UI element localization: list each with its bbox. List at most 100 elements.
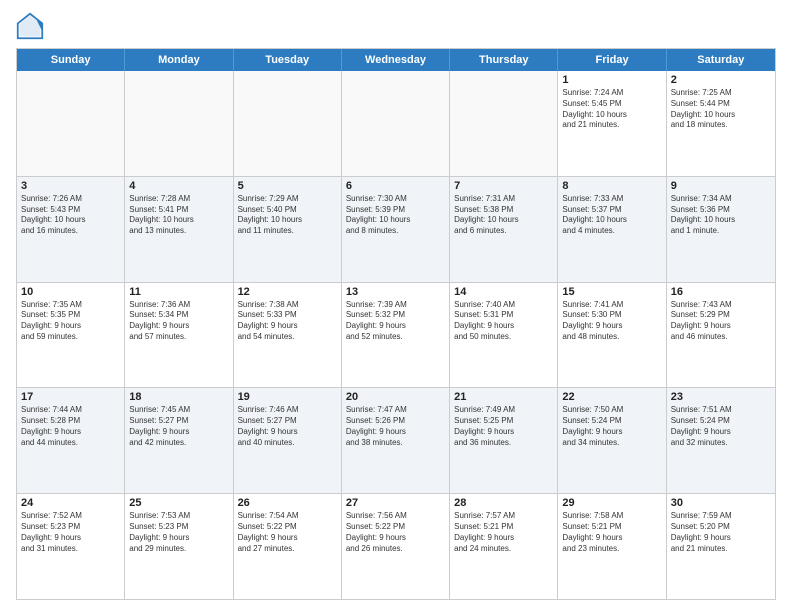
cal-cell-2-6: 8 Sunrise: 7:33 AMSunset: 5:37 PMDaylight… [558, 177, 666, 282]
cell-info-text: Sunrise: 7:28 AMSunset: 5:41 PMDaylight:… [129, 194, 228, 237]
cal-cell-3-5: 14 Sunrise: 7:40 AMSunset: 5:31 PMDayligh… [450, 283, 558, 388]
cell-info-text: Sunrise: 7:26 AMSunset: 5:43 PMDaylight:… [21, 194, 120, 237]
cal-cell-1-1 [17, 71, 125, 176]
cell-info-text: Sunrise: 7:52 AMSunset: 5:23 PMDaylight:… [21, 511, 120, 554]
cal-cell-2-2: 4 Sunrise: 7:28 AMSunset: 5:41 PMDaylight… [125, 177, 233, 282]
cell-info-text: Sunrise: 7:30 AMSunset: 5:39 PMDaylight:… [346, 194, 445, 237]
cal-cell-3-7: 16 Sunrise: 7:43 AMSunset: 5:29 PMDayligh… [667, 283, 775, 388]
header-day-wednesday: Wednesday [342, 49, 450, 71]
day-number: 17 [21, 391, 120, 403]
calendar-body: 1Sunrise: 7:24 AMSunset: 5:45 PMDaylight… [17, 71, 775, 599]
calendar-week-2: 3 Sunrise: 7:26 AMSunset: 5:43 PMDaylight… [17, 177, 775, 283]
cal-cell-3-2: 11 Sunrise: 7:36 AMSunset: 5:34 PMDayligh… [125, 283, 233, 388]
day-number: 7 [454, 180, 553, 192]
calendar-week-5: 24 Sunrise: 7:52 AMSunset: 5:23 PMDayligh… [17, 494, 775, 599]
cell-info-text: Sunrise: 7:29 AMSunset: 5:40 PMDaylight:… [238, 194, 337, 237]
day-number: 18 [129, 391, 228, 403]
day-number: 6 [346, 180, 445, 192]
day-number: 24 [21, 497, 120, 509]
logo-icon [16, 12, 44, 40]
cal-cell-1-3 [234, 71, 342, 176]
cal-cell-5-7: 30 Sunrise: 7:59 AMSunset: 5:20 PMDayligh… [667, 494, 775, 599]
cell-info-text: Sunrise: 7:35 AMSunset: 5:35 PMDaylight:… [21, 300, 120, 343]
cal-cell-1-4 [342, 71, 450, 176]
cell-info-text: Sunrise: 7:40 AMSunset: 5:31 PMDaylight:… [454, 300, 553, 343]
cell-info-text: Sunrise: 7:41 AMSunset: 5:30 PMDaylight:… [562, 300, 661, 343]
day-number: 2 [671, 74, 771, 86]
cal-cell-4-6: 22 Sunrise: 7:50 AMSunset: 5:24 PMDayligh… [558, 388, 666, 493]
cal-cell-5-5: 28Sunrise: 7:57 AMSunset: 5:21 PMDayligh… [450, 494, 558, 599]
day-number: 13 [346, 286, 445, 298]
cal-cell-4-4: 20 Sunrise: 7:47 AMSunset: 5:26 PMDayligh… [342, 388, 450, 493]
day-number: 9 [671, 180, 771, 192]
cal-cell-3-1: 10 Sunrise: 7:35 AMSunset: 5:35 PMDayligh… [17, 283, 125, 388]
day-number: 27 [346, 497, 445, 509]
day-number: 25 [129, 497, 228, 509]
day-number: 29 [562, 497, 661, 509]
header-day-sunday: Sunday [17, 49, 125, 71]
day-number: 5 [238, 180, 337, 192]
cal-cell-2-5: 7 Sunrise: 7:31 AMSunset: 5:38 PMDaylight… [450, 177, 558, 282]
cal-cell-1-2 [125, 71, 233, 176]
day-number: 21 [454, 391, 553, 403]
calendar: SundayMondayTuesdayWednesdayThursdayFrid… [16, 48, 776, 600]
day-number: 4 [129, 180, 228, 192]
cal-cell-5-1: 24 Sunrise: 7:52 AMSunset: 5:23 PMDayligh… [17, 494, 125, 599]
cal-cell-2-7: 9 Sunrise: 7:34 AMSunset: 5:36 PMDaylight… [667, 177, 775, 282]
cell-info-text: Sunrise: 7:49 AMSunset: 5:25 PMDaylight:… [454, 405, 553, 448]
day-number: 3 [21, 180, 120, 192]
cell-info-text: Sunrise: 7:57 AMSunset: 5:21 PMDaylight:… [454, 511, 553, 554]
cell-info-text: Sunrise: 7:56 AMSunset: 5:22 PMDaylight:… [346, 511, 445, 554]
day-number: 14 [454, 286, 553, 298]
cell-info-text: Sunrise: 7:43 AMSunset: 5:29 PMDaylight:… [671, 300, 771, 343]
cell-info-text: Sunrise: 7:53 AMSunset: 5:23 PMDaylight:… [129, 511, 228, 554]
calendar-week-3: 10 Sunrise: 7:35 AMSunset: 5:35 PMDayligh… [17, 283, 775, 389]
cal-cell-5-6: 29Sunrise: 7:58 AMSunset: 5:21 PMDayligh… [558, 494, 666, 599]
day-number: 22 [562, 391, 661, 403]
day-number: 10 [21, 286, 120, 298]
cell-info-text: Sunrise: 7:34 AMSunset: 5:36 PMDaylight:… [671, 194, 771, 237]
cell-info-text: Sunrise: 7:54 AMSunset: 5:22 PMDaylight:… [238, 511, 337, 554]
header-day-saturday: Saturday [667, 49, 775, 71]
day-number: 20 [346, 391, 445, 403]
cal-cell-4-2: 18 Sunrise: 7:45 AMSunset: 5:27 PMDayligh… [125, 388, 233, 493]
day-number: 12 [238, 286, 337, 298]
cal-cell-1-6: 1Sunrise: 7:24 AMSunset: 5:45 PMDaylight… [558, 71, 666, 176]
cell-info-text: Sunrise: 7:51 AMSunset: 5:24 PMDaylight:… [671, 405, 771, 448]
day-number: 15 [562, 286, 661, 298]
day-number: 8 [562, 180, 661, 192]
cell-info-text: Sunrise: 7:31 AMSunset: 5:38 PMDaylight:… [454, 194, 553, 237]
cal-cell-3-3: 12 Sunrise: 7:38 AMSunset: 5:33 PMDayligh… [234, 283, 342, 388]
cell-info-text: Sunrise: 7:24 AMSunset: 5:45 PMDaylight:… [562, 88, 661, 131]
cell-info-text: Sunrise: 7:36 AMSunset: 5:34 PMDaylight:… [129, 300, 228, 343]
cell-info-text: Sunrise: 7:59 AMSunset: 5:20 PMDaylight:… [671, 511, 771, 554]
cal-cell-3-6: 15 Sunrise: 7:41 AMSunset: 5:30 PMDayligh… [558, 283, 666, 388]
header-day-thursday: Thursday [450, 49, 558, 71]
cal-cell-5-4: 27 Sunrise: 7:56 AMSunset: 5:22 PMDayligh… [342, 494, 450, 599]
logo [16, 12, 48, 40]
cal-cell-5-3: 26 Sunrise: 7:54 AMSunset: 5:22 PMDayligh… [234, 494, 342, 599]
cell-info-text: Sunrise: 7:50 AMSunset: 5:24 PMDaylight:… [562, 405, 661, 448]
header-day-friday: Friday [558, 49, 666, 71]
header [16, 12, 776, 40]
cell-info-text: Sunrise: 7:38 AMSunset: 5:33 PMDaylight:… [238, 300, 337, 343]
day-number: 26 [238, 497, 337, 509]
cell-info-text: Sunrise: 7:33 AMSunset: 5:37 PMDaylight:… [562, 194, 661, 237]
cell-info-text: Sunrise: 7:39 AMSunset: 5:32 PMDaylight:… [346, 300, 445, 343]
calendar-header: SundayMondayTuesdayWednesdayThursdayFrid… [17, 49, 775, 71]
cell-info-text: Sunrise: 7:45 AMSunset: 5:27 PMDaylight:… [129, 405, 228, 448]
cal-cell-4-3: 19Sunrise: 7:46 AMSunset: 5:27 PMDayligh… [234, 388, 342, 493]
calendar-week-1: 1Sunrise: 7:24 AMSunset: 5:45 PMDaylight… [17, 71, 775, 177]
header-day-tuesday: Tuesday [234, 49, 342, 71]
cell-info-text: Sunrise: 7:47 AMSunset: 5:26 PMDaylight:… [346, 405, 445, 448]
day-number: 30 [671, 497, 771, 509]
cal-cell-4-1: 17 Sunrise: 7:44 AMSunset: 5:28 PMDayligh… [17, 388, 125, 493]
cal-cell-2-1: 3 Sunrise: 7:26 AMSunset: 5:43 PMDaylight… [17, 177, 125, 282]
day-number: 11 [129, 286, 228, 298]
cal-cell-1-5 [450, 71, 558, 176]
calendar-week-4: 17 Sunrise: 7:44 AMSunset: 5:28 PMDayligh… [17, 388, 775, 494]
cal-cell-2-4: 6 Sunrise: 7:30 AMSunset: 5:39 PMDaylight… [342, 177, 450, 282]
cell-info-text: Sunrise: 7:44 AMSunset: 5:28 PMDaylight:… [21, 405, 120, 448]
cell-info-text: Sunrise: 7:46 AMSunset: 5:27 PMDaylight:… [238, 405, 337, 448]
day-number: 16 [671, 286, 771, 298]
